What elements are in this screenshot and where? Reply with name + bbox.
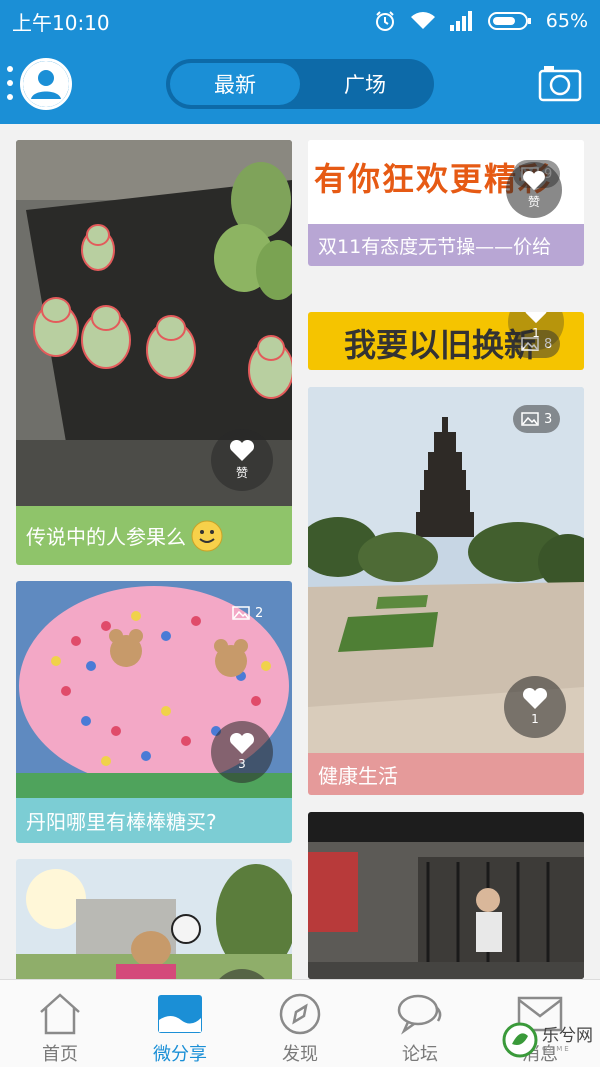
photo-count: 2 bbox=[255, 605, 264, 621]
photos-icon bbox=[232, 606, 250, 620]
watermark-sub: GAME bbox=[542, 1044, 571, 1053]
camera-button[interactable] bbox=[538, 64, 582, 102]
tab-plaza[interactable]: 广场 bbox=[300, 63, 430, 105]
photo-count-badge: 2 bbox=[224, 599, 271, 627]
post-card[interactable]: 3 1 健康生活 bbox=[308, 387, 584, 795]
heart-icon bbox=[523, 170, 545, 190]
like-button[interactable]: 赞 bbox=[506, 162, 562, 218]
post-caption: 双11有态度无节操——价给 bbox=[318, 235, 552, 258]
nav-micro-share-label: 微分享 bbox=[153, 1044, 207, 1065]
battery-percent: 65% bbox=[545, 10, 588, 32]
alarm-icon bbox=[374, 10, 396, 32]
photo-count: 3 bbox=[544, 411, 553, 427]
nav-micro-share[interactable]: 微分享 bbox=[120, 980, 240, 1067]
feed-grid: 赞 传说中的人参果么 2 3 丹阳哪里有棒棒糖买? 有你狂欢更精彩 赞 双11有… bbox=[0, 124, 600, 979]
post-caption-bar: 传说中的人参果么 bbox=[16, 506, 292, 565]
heart-icon bbox=[229, 439, 255, 461]
smiley-emoji-icon bbox=[191, 520, 223, 551]
post-caption-bar: 丹阳哪里有棒棒糖买? bbox=[16, 798, 292, 843]
promo-banner-text: 我要以旧换新 bbox=[344, 326, 537, 364]
photos-icon bbox=[521, 412, 539, 426]
heart-icon bbox=[229, 733, 255, 754]
like-label: 赞 bbox=[235, 465, 248, 480]
camera-icon bbox=[538, 66, 582, 102]
post-card[interactable]: 赞 传说中的人参果么 bbox=[16, 140, 292, 565]
site-watermark: 乐兮网 GAME bbox=[502, 1022, 593, 1058]
watermark-text: 乐兮网 bbox=[542, 1025, 593, 1046]
post-card[interactable]: 2 3 丹阳哪里有棒棒糖买? bbox=[16, 581, 292, 843]
wifi-icon bbox=[410, 11, 436, 31]
home-icon bbox=[37, 992, 83, 1036]
like-button[interactable]: 赞 bbox=[211, 429, 273, 491]
status-bar: 上午10:10 65% bbox=[0, 0, 600, 42]
status-time: 上午10:10 bbox=[12, 10, 110, 35]
nav-home-label: 首页 bbox=[42, 1044, 78, 1065]
nav-forum[interactable]: 论坛 bbox=[360, 980, 480, 1067]
photo-count-badge: 3 bbox=[513, 405, 561, 433]
post-caption: 丹阳哪里有棒棒糖买? bbox=[26, 810, 217, 834]
signal-icon bbox=[449, 11, 474, 31]
watermark-logo-icon bbox=[502, 1022, 538, 1058]
like-count: 1 bbox=[532, 326, 540, 340]
avatar[interactable] bbox=[20, 58, 72, 110]
app-header: 最新 广场 bbox=[0, 42, 600, 124]
chat-bubbles-icon bbox=[396, 992, 444, 1036]
post-caption: 健康生活 bbox=[318, 763, 398, 788]
tab-latest[interactable]: 最新 bbox=[170, 63, 300, 105]
post-caption: 传说中的人参果么 bbox=[26, 525, 186, 549]
like-button[interactable]: 3 bbox=[211, 721, 273, 783]
heart-icon bbox=[525, 312, 547, 324]
post-card[interactable]: 我要以旧换新 8 1 bbox=[308, 312, 584, 370]
nav-forum-label: 论坛 bbox=[402, 1044, 438, 1065]
like-label: 赞 bbox=[527, 194, 540, 209]
compass-icon bbox=[278, 992, 322, 1036]
post-card[interactable]: 有你狂欢更精彩 9 赞 双11有态度无节操——价给 bbox=[308, 140, 584, 266]
more-menu-icon[interactable] bbox=[6, 66, 14, 100]
like-count: 3 bbox=[238, 757, 246, 771]
user-avatar-icon bbox=[23, 61, 69, 107]
like-count: 1 bbox=[531, 712, 539, 726]
feed-tab-switch: 最新 广场 bbox=[166, 59, 434, 109]
image-share-icon bbox=[157, 992, 203, 1036]
nav-home[interactable]: 首页 bbox=[0, 980, 120, 1067]
nav-discover[interactable]: 发现 bbox=[240, 980, 360, 1067]
post-card[interactable] bbox=[16, 859, 292, 979]
post-caption-bar: 健康生活 bbox=[308, 753, 584, 795]
status-icons: 65% bbox=[374, 10, 588, 32]
heart-icon bbox=[522, 688, 548, 709]
post-image[interactable] bbox=[16, 859, 292, 979]
like-button[interactable]: 1 bbox=[504, 676, 566, 738]
post-card[interactable] bbox=[308, 812, 584, 979]
post-image[interactable] bbox=[308, 812, 584, 979]
post-caption-bar: 双11有态度无节操——价给 bbox=[308, 224, 584, 266]
nav-discover-label: 发现 bbox=[282, 1044, 318, 1065]
battery-icon bbox=[487, 11, 532, 31]
